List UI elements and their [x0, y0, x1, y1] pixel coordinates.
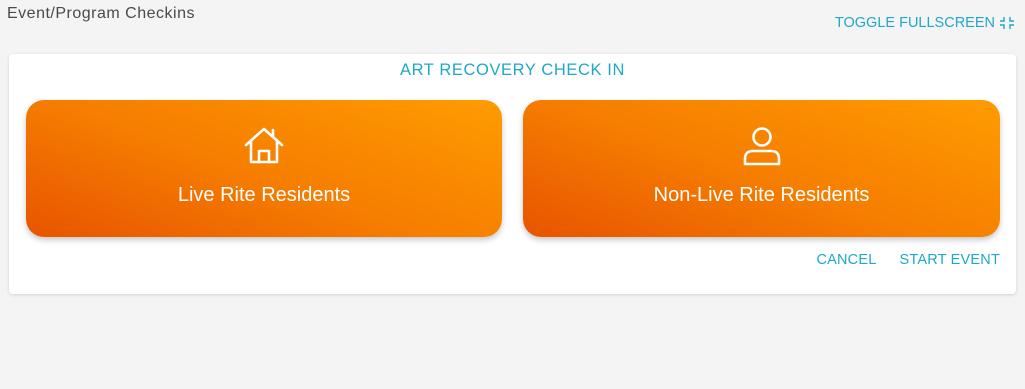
live-rite-residents-button[interactable]: Live Rite Residents: [26, 100, 502, 237]
non-live-rite-residents-label: Non-Live Rite Residents: [653, 184, 870, 206]
start-event-button[interactable]: START EVENT: [900, 252, 1001, 268]
page-title: Event/Program Checkins: [7, 5, 195, 22]
home-icon: [244, 127, 284, 164]
cancel-button[interactable]: CANCEL: [816, 252, 876, 268]
live-rite-residents-label: Live Rite Residents: [177, 184, 351, 206]
card-actions: CANCEL START EVENT: [816, 252, 1000, 268]
card-title: ART RECOVERY CHECK IN: [399, 61, 626, 79]
toggle-fullscreen-label: TOGGLE FULLSCREEN: [834, 15, 995, 31]
person-icon: [743, 127, 780, 166]
fullscreen-exit-icon: [1000, 17, 1014, 29]
checkin-card: ART RECOVERY CHECK IN Live Rite Resident…: [9, 54, 1016, 294]
non-live-rite-residents-button[interactable]: Non-Live Rite Residents: [523, 100, 1000, 237]
toggle-fullscreen-button[interactable]: TOGGLE FULLSCREEN: [835, 15, 1015, 31]
